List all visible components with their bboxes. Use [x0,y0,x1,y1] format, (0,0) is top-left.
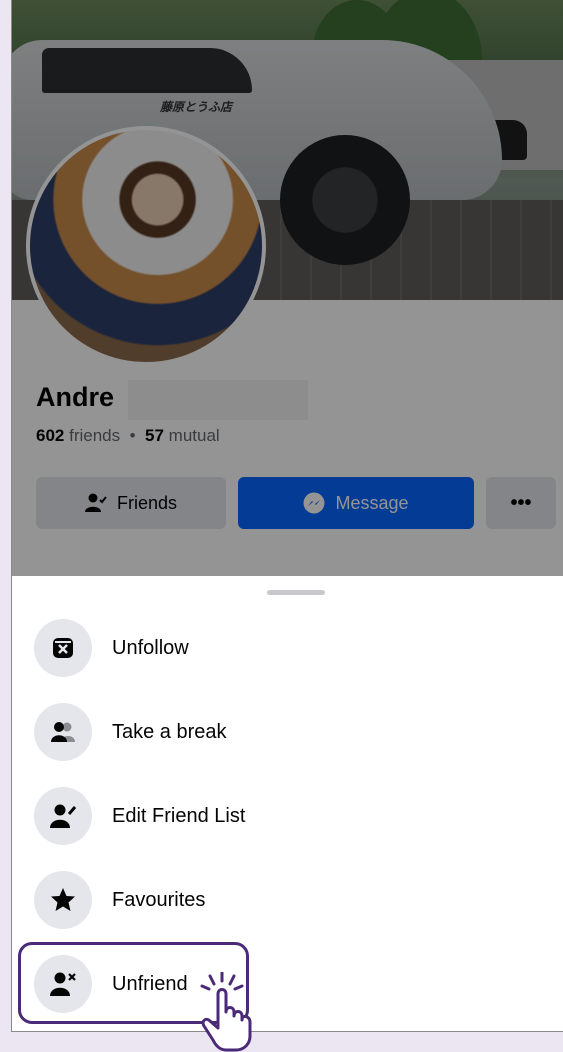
menu-item-label: Edit Friend List [112,804,246,827]
tap-hand-icon [200,972,252,1052]
menu-item-favourites[interactable]: Favourites [34,868,534,932]
star-icon [34,871,92,929]
edit-friend-icon [34,787,92,845]
dim-overlay[interactable] [12,0,563,576]
menu-item-label: Favourites [112,888,206,911]
menu-item-take-a-break[interactable]: Take a break [34,700,534,764]
menu-item-label: Unfollow [112,636,189,659]
phone-screen: 藤原とうふ店 Andre 602 friends • 57 mutual Fri… [11,0,563,1032]
menu-item-unfollow[interactable]: Unfollow [34,616,534,680]
menu-item-label: Take a break [112,720,227,743]
sheet-drag-handle[interactable] [267,590,325,595]
menu-item-edit-friend-list[interactable]: Edit Friend List [34,784,534,848]
unfollow-icon [34,619,92,677]
people-icon [34,703,92,761]
